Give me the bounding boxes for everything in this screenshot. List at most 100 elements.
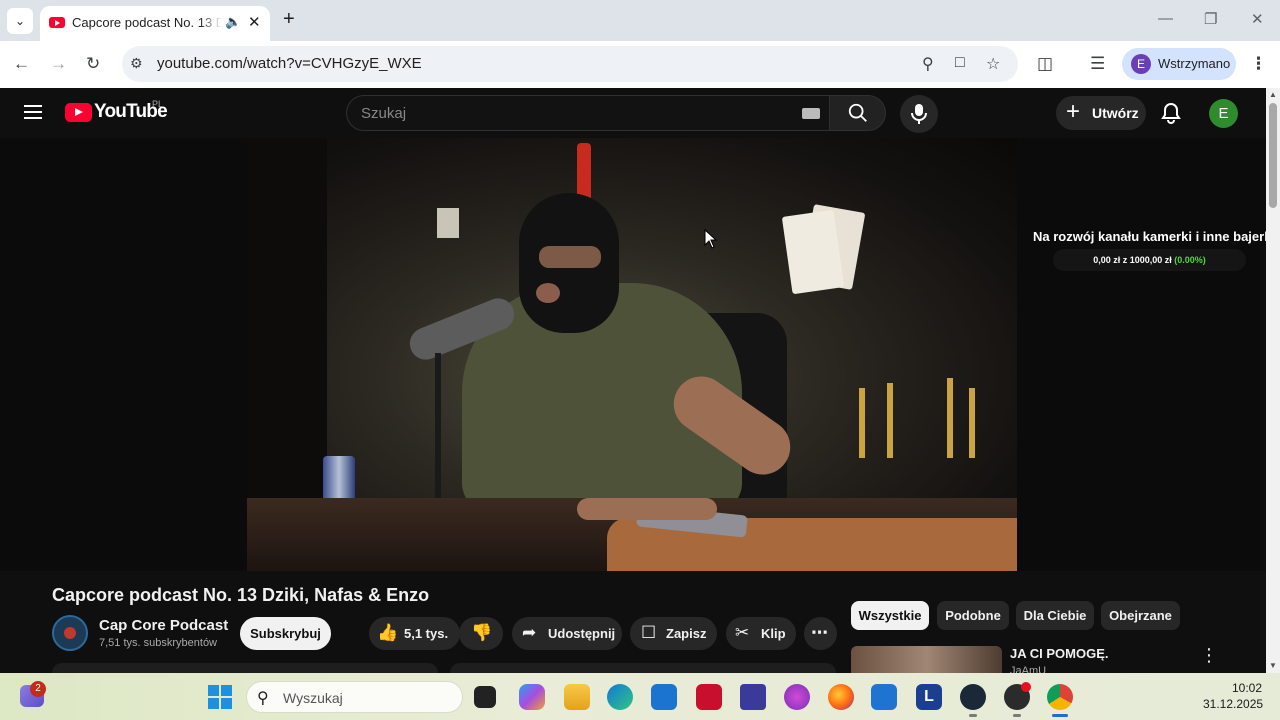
bookmark-star-icon[interactable]: ☆	[986, 54, 1000, 74]
donation-goal-amount: 0,00 zł z 1000,00 zł	[1093, 255, 1172, 265]
edge-browser-icon[interactable]	[607, 684, 633, 710]
recommendation-thumbnail[interactable]	[851, 646, 1002, 676]
l-app-icon[interactable]: L	[916, 684, 942, 710]
copilot-icon[interactable]	[519, 684, 545, 710]
share-arrow-icon: ➦	[522, 623, 537, 642]
steam-icon[interactable]	[960, 684, 986, 710]
chip-watched[interactable]: Obejrzane	[1101, 601, 1180, 630]
restore-window-icon[interactable]: ❐	[1204, 10, 1217, 28]
zoom-magnifier-icon[interactable]: ⚲	[922, 54, 934, 74]
page-scrollbar[interactable]: ▲ ▼	[1266, 88, 1280, 673]
share-label: Udostępnij	[548, 626, 616, 641]
keyboard-icon[interactable]	[802, 108, 820, 119]
notifications-bell-icon[interactable]	[1160, 102, 1182, 124]
dislike-button[interactable]: 👎	[459, 617, 503, 650]
outlook-icon[interactable]	[871, 684, 897, 710]
youtube-favicon-icon	[49, 17, 65, 28]
like-button[interactable]: 👍 5,1 tys.	[369, 617, 460, 650]
address-bar[interactable]: ⚙ youtube.com/watch?v=CVHGzyE_WXE ⚲ □ ☆	[122, 46, 1018, 82]
clock-time[interactable]: 10:02	[1232, 681, 1262, 695]
search-icon	[848, 103, 867, 122]
chip-related[interactable]: Podobne	[937, 601, 1009, 630]
clip-button[interactable]: ✂ Klip	[726, 617, 796, 650]
mouse-cursor-icon	[704, 229, 718, 249]
install-app-icon[interactable]: □	[955, 54, 965, 72]
microphone-icon	[911, 104, 927, 124]
forward-arrow-icon[interactable]: →	[50, 54, 67, 74]
save-button[interactable]: ☐ Zapisz	[630, 617, 717, 650]
profile-status-label: Wstrzymano	[1158, 56, 1231, 71]
chip-all[interactable]: Wszystkie	[851, 601, 929, 630]
channel-avatar[interactable]	[52, 615, 88, 651]
subscribe-button[interactable]: Subskrybuj	[240, 617, 331, 650]
extensions-puzzle-icon[interactable]: ◫	[1037, 54, 1053, 74]
plus-icon: +	[1066, 98, 1081, 125]
file-explorer-icon[interactable]	[564, 684, 590, 710]
widgets-badge: 2	[30, 681, 46, 697]
scroll-up-arrow-icon[interactable]: ▲	[1269, 90, 1277, 99]
video-frame[interactable]	[247, 138, 1017, 571]
taskbar-search-placeholder: Wyszukaj	[283, 690, 343, 706]
hamburger-menu-icon[interactable]	[24, 105, 42, 119]
scroll-down-arrow-icon[interactable]: ▼	[1269, 661, 1277, 670]
youtube-logo-icon[interactable]	[65, 103, 92, 122]
chip-for-you[interactable]: Dla Ciebie	[1016, 601, 1094, 630]
search-icon: ⚲	[257, 690, 269, 707]
scissors-icon: ✂	[735, 623, 750, 642]
task-view-icon[interactable]	[474, 686, 496, 708]
donation-goal-percent: (0.00%)	[1174, 255, 1206, 265]
share-button[interactable]: ➦ Udostępnij	[512, 617, 622, 650]
back-arrow-icon[interactable]: ←	[13, 54, 30, 74]
mcafee-icon[interactable]	[696, 684, 722, 710]
save-label: Zapisz	[666, 626, 707, 641]
clip-label: Klip	[761, 626, 786, 641]
channel-subscriber-count: 7,51 tys. subskrybentów	[99, 637, 218, 649]
game-running-indicator	[1013, 714, 1021, 717]
search-placeholder: Szukaj	[361, 105, 407, 122]
recommendation-title[interactable]: JA CI POMOGĘ.	[1010, 646, 1108, 661]
account-avatar[interactable]: E	[1209, 99, 1238, 128]
create-button[interactable]: + Utwórz	[1056, 96, 1146, 130]
steam-running-indicator	[969, 714, 977, 717]
search-button[interactable]	[829, 95, 886, 131]
windows-taskbar: 2 ⚲ Wyszukaj L 10:02 31.12.2025	[0, 673, 1280, 720]
tab-list-chevron-icon[interactable]: ⌄	[7, 8, 33, 34]
microsoft-store-icon[interactable]	[651, 684, 677, 710]
clock-date[interactable]: 31.12.2025	[1203, 697, 1263, 711]
like-count: 5,1 tys.	[404, 626, 449, 641]
recommendation-menu-icon[interactable]: ⋮	[1200, 646, 1218, 664]
media-controls-icon[interactable]: ☰	[1090, 54, 1105, 74]
close-tab-icon[interactable]: ✕	[248, 13, 261, 31]
start-button-windows-icon[interactable]	[208, 685, 232, 709]
youtube-header: YouTube PL Szukaj + Utwórz E	[0, 88, 1266, 138]
thumbs-up-icon: 👍	[377, 623, 399, 642]
voice-search-button[interactable]	[900, 95, 938, 133]
chrome-icon[interactable]	[1047, 684, 1073, 710]
site-info-icon[interactable]: ⚙	[130, 55, 143, 72]
browser-tab-active[interactable]: Capcore podcast No. 13 Dziki, Nafas & En…	[40, 6, 270, 41]
tab-title: Capcore podcast No. 13 Dziki, Nafas & En…	[72, 15, 222, 30]
country-code: PL	[152, 99, 164, 109]
taskbar-search-input[interactable]: ⚲ Wyszukaj	[246, 681, 463, 713]
watch-metadata: Capcore podcast No. 13 Dziki, Nafas & En…	[0, 571, 1266, 677]
donation-goal-bar: 0,00 zł z 1000,00 zł (0.00%)	[1053, 249, 1246, 271]
minimize-window-icon[interactable]: —	[1158, 10, 1173, 27]
more-horizontal-icon: ⋯	[811, 623, 828, 642]
scrollbar-thumb[interactable]	[1269, 103, 1277, 208]
notification-dot-icon	[1021, 682, 1031, 692]
react-atom-icon[interactable]	[784, 684, 810, 710]
audio-playing-icon[interactable]: 🔈	[225, 14, 241, 30]
browser-menu-kebab-icon[interactable]: ⋮	[1250, 54, 1267, 74]
channel-name[interactable]: Cap Core Podcast	[99, 617, 228, 634]
reload-icon[interactable]: ↻	[86, 54, 100, 74]
firefox-icon[interactable]	[828, 684, 854, 710]
search-input[interactable]: Szukaj	[346, 95, 830, 131]
profile-chip[interactable]: E Wstrzymano	[1122, 48, 1236, 80]
video-player[interactable]: Na rozwój kanału kamerki i inne bajerki …	[0, 138, 1266, 571]
close-window-icon[interactable]: ✕	[1251, 10, 1264, 28]
more-actions-button[interactable]: ⋯	[804, 617, 837, 650]
url-text[interactable]: youtube.com/watch?v=CVHGzyE_WXE	[157, 55, 422, 72]
new-tab-plus-icon[interactable]: +	[283, 9, 295, 29]
donation-goal-title: Na rozwój kanału kamerki i inne bajerki	[1033, 229, 1266, 244]
shield-app-icon[interactable]	[740, 684, 766, 710]
